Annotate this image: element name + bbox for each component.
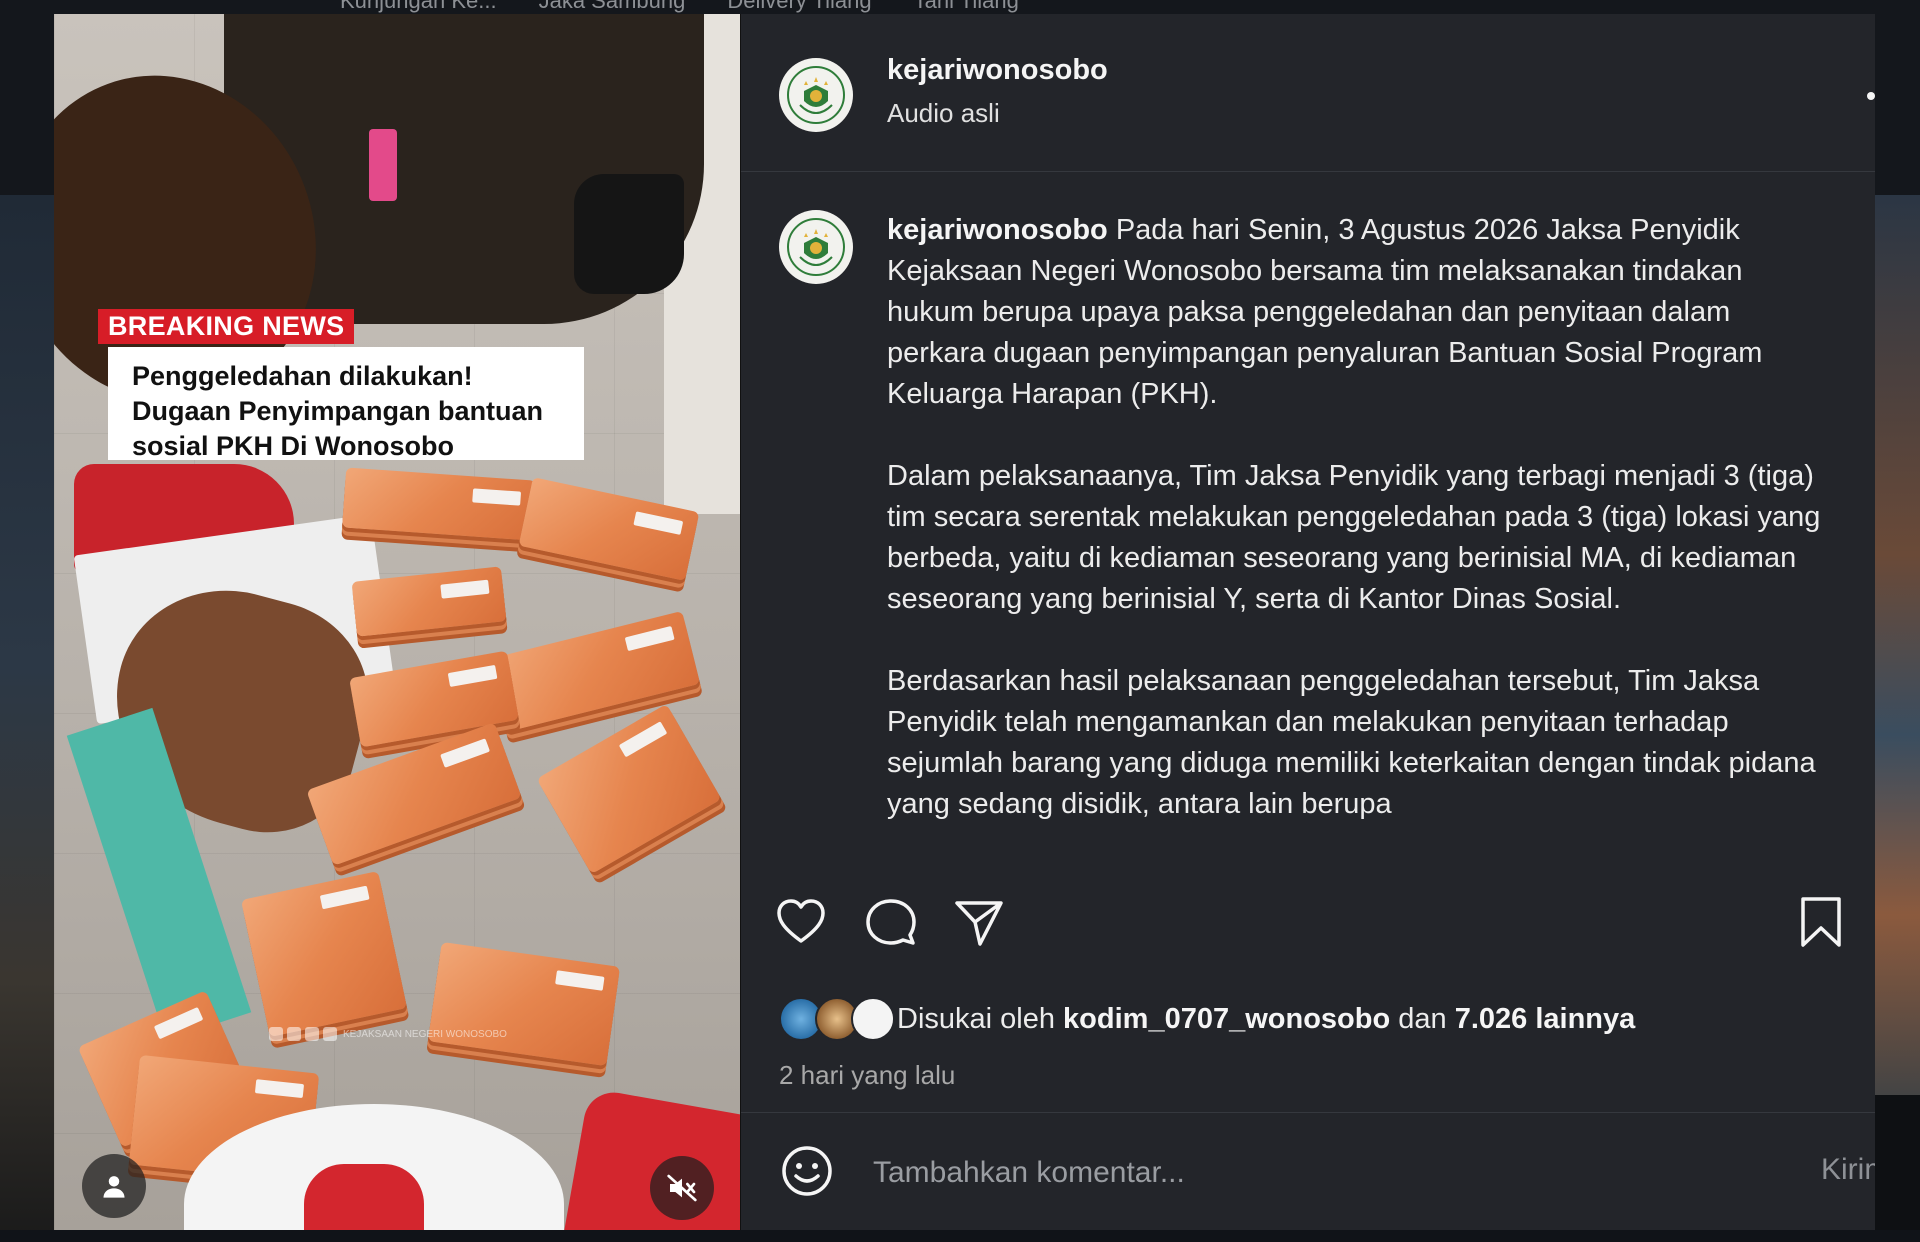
- emoji-button[interactable]: [779, 1143, 835, 1199]
- emoji-icon: [782, 1146, 832, 1196]
- avatar: [851, 997, 895, 1041]
- video-scene-red-bag-bottom: [561, 1087, 740, 1230]
- speaker-muted-icon: [667, 1174, 697, 1202]
- background-bottom-strip: [0, 1230, 1920, 1242]
- send-icon: [955, 901, 1003, 946]
- video-watermark: KEJAKSAAN NEGERI WONOSOBO: [269, 1027, 507, 1041]
- breaking-news-headline: Penggeledahan dilakukan! Dugaan Penyimpa…: [108, 347, 584, 461]
- post-username[interactable]: kejariwonosobo: [887, 54, 1108, 87]
- post-header: kejariwonosobo Audio asli: [741, 14, 1875, 172]
- post-caption: kejariwonosobo Pada hari Senin, 3 Agustu…: [887, 210, 1827, 866]
- comment-input[interactable]: [871, 1149, 1675, 1197]
- headline-line: Penggeledahan dilakukan!: [132, 361, 473, 391]
- background-thumbnail-right: [1872, 195, 1920, 1095]
- video-scene-shoes: [574, 174, 684, 294]
- mute-button[interactable]: [650, 1156, 714, 1220]
- likes-middle: dan: [1398, 1002, 1447, 1035]
- bookmark-icon: [1801, 897, 1841, 947]
- caption-paragraph: Berdasarkan hasil pelaksanaan penggeleda…: [887, 665, 1816, 820]
- liker-avatars: [779, 997, 897, 1041]
- avatar[interactable]: [779, 58, 853, 132]
- kejaksaan-logo-icon: [787, 218, 845, 276]
- audio-source[interactable]: Audio asli: [887, 98, 1000, 129]
- background-dark-area: [1872, 1095, 1920, 1242]
- post-actions: [741, 894, 1875, 950]
- heart-icon: [777, 899, 825, 943]
- comment-icon: [866, 899, 916, 945]
- save-button[interactable]: [1793, 894, 1849, 950]
- more-options-icon[interactable]: [1867, 92, 1875, 102]
- breaking-news-label: BREAKING NEWS: [98, 309, 355, 344]
- post-details-panel: kejariwonosobo Audio asli kejariwonosobo…: [740, 14, 1875, 1230]
- caption-username[interactable]: kejariwonosobo: [887, 214, 1108, 246]
- post-timestamp[interactable]: 2 hari yang lalu: [779, 1060, 955, 1091]
- caption-paragraph: Dalam pelaksanaanya, Tim Jaksa Penyidik …: [887, 460, 1821, 615]
- envelope-stack: [240, 870, 408, 1038]
- video-scene-id-tag: [369, 129, 397, 201]
- likes-prefix: Disukai oleh: [897, 1002, 1055, 1035]
- kejaksaan-logo-icon: [787, 66, 845, 124]
- background-thumbnail-left: [0, 195, 60, 1242]
- post-modal: BREAKING NEWS Penggeledahan dilakukan! D…: [54, 14, 1875, 1230]
- share-button[interactable]: [951, 894, 1007, 950]
- comment-button[interactable]: [863, 894, 919, 950]
- user-icon: [103, 1176, 125, 1198]
- tagged-users-button[interactable]: [82, 1154, 146, 1218]
- headline-line: Dugaan Penyimpangan bantuan: [132, 396, 544, 426]
- likes-summary[interactable]: Disukai oleh kodim_0707_wonosobo dan 7.0…: [779, 997, 1635, 1041]
- headline-line: sosial PKH Di Wonosobo: [132, 431, 455, 461]
- likes-count[interactable]: 7.026 lainnya: [1455, 1003, 1636, 1035]
- caption-avatar[interactable]: [779, 210, 853, 284]
- comment-bar: Kirim: [741, 1112, 1875, 1230]
- social-icons: [269, 1027, 337, 1041]
- watermark-text: KEJAKSAAN NEGERI WONOSOBO: [343, 1028, 507, 1040]
- likes-text: Disukai oleh kodim_0707_wonosobo dan 7.0…: [897, 1003, 1635, 1036]
- post-comment-button[interactable]: Kirim: [1821, 1153, 1875, 1187]
- liker-username[interactable]: kodim_0707_wonosobo: [1063, 1003, 1390, 1035]
- post-video[interactable]: BREAKING NEWS Penggeledahan dilakukan! D…: [54, 14, 740, 1230]
- like-button[interactable]: [773, 894, 829, 950]
